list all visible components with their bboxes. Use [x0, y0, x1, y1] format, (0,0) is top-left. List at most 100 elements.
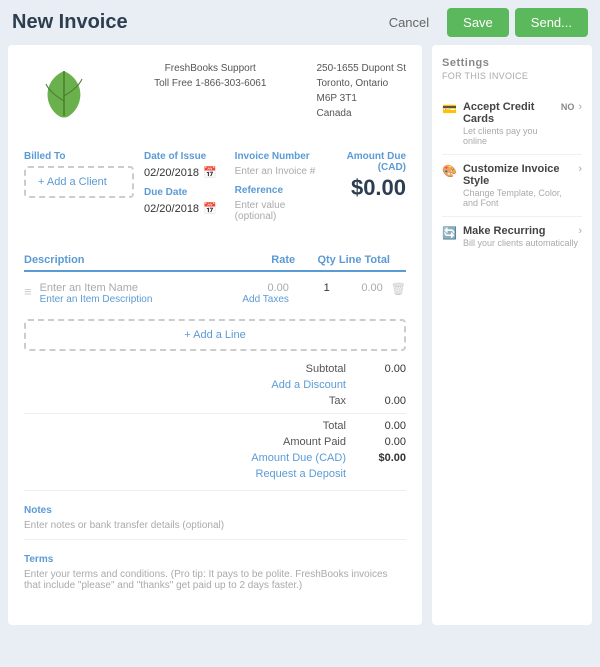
- calendar-icon: 📅: [203, 166, 217, 179]
- cancel-button[interactable]: Cancel: [379, 9, 439, 36]
- customize-content: Customize Invoice Style Change Template,…: [463, 163, 578, 208]
- subtotal-label: Subtotal: [246, 363, 346, 375]
- main-layout: FreshBooks Support Toll Free 1-866-303-6…: [0, 45, 600, 633]
- billed-to-col: Billed To + Add a Client: [24, 151, 134, 222]
- due-date-field[interactable]: 02/20/2018 📅: [144, 202, 225, 215]
- terms-label: Terms: [24, 554, 406, 565]
- settings-panel: Settings FOR THIS INVOICE 💳 Accept Credi…: [432, 45, 592, 625]
- due-date-label: Due Date: [144, 187, 225, 198]
- recurring-title: Make Recurring: [463, 225, 578, 237]
- tax-value: 0.00: [366, 395, 406, 407]
- total-label: Total: [246, 420, 346, 432]
- recurring-content: Make Recurring Bill your clients automat…: [463, 225, 578, 248]
- date-issue-col: Date of Issue 02/20/2018 📅 Due Date 02/2…: [144, 151, 225, 222]
- terms-input[interactable]: Enter your terms and conditions. (Pro ti…: [24, 569, 406, 591]
- credit-cards-right: NO ›: [561, 101, 582, 113]
- credit-cards-title: Accept Credit Cards: [463, 101, 561, 125]
- recurring-desc: Bill your clients automatically: [463, 238, 578, 248]
- address-line3: M6P 3T1: [316, 91, 406, 106]
- totals-divider: [24, 413, 406, 414]
- send-button[interactable]: Send...: [515, 8, 588, 37]
- notes-divider: [24, 490, 406, 491]
- line-items-header: Description Rate Qty Line Total: [24, 254, 406, 272]
- amount-due-value: $0.00: [325, 175, 406, 201]
- invoice-number-label: Invoice Number: [235, 151, 316, 162]
- line-total-value: 0.00: [334, 282, 383, 294]
- top-bar: New Invoice Cancel Save Send...: [0, 0, 600, 45]
- request-deposit-button[interactable]: Request a Deposit: [246, 468, 346, 480]
- deposit-row: Request a Deposit: [24, 466, 406, 482]
- address-info: 250-1655 Dupont St Toronto, Ontario M6P …: [316, 61, 406, 121]
- qty-col: 1: [293, 282, 330, 294]
- recurring-arrow-icon: ›: [578, 225, 582, 237]
- address-line1: 250-1655 Dupont St: [316, 61, 406, 76]
- company-phone: Toll Free 1-866-303-6061: [154, 76, 266, 91]
- notes-input[interactable]: Enter notes or bank transfer details (op…: [24, 520, 406, 531]
- due-date-value: 02/20/2018: [144, 203, 199, 215]
- col-qty-header: Qty: [295, 254, 336, 266]
- company-info: FreshBooks Support Toll Free 1-866-303-6…: [154, 61, 266, 91]
- amount-paid-value: 0.00: [366, 436, 406, 448]
- item-name-input[interactable]: Enter an Item Name: [40, 282, 224, 294]
- credit-card-icon: 💳: [442, 102, 457, 116]
- invoice-meta: Billed To + Add a Client Date of Issue 0…: [24, 151, 406, 238]
- amount-due-final-row: Amount Due (CAD) $0.00: [24, 450, 406, 466]
- settings-title: Settings: [442, 57, 582, 69]
- totals-section: Subtotal 0.00 Add a Discount Tax 0.00 To…: [24, 361, 406, 482]
- credit-cards-arrow-icon: ›: [578, 101, 582, 113]
- amount-paid-row: Amount Paid 0.00: [24, 434, 406, 450]
- amount-due-col: Amount Due (CAD) $0.00: [325, 151, 406, 222]
- item-desc-input[interactable]: Enter an Item Description: [40, 294, 224, 305]
- settings-item-recurring[interactable]: 🔄 Make Recurring Bill your clients autom…: [442, 217, 582, 256]
- customize-right: ›: [578, 163, 582, 175]
- credit-cards-badge: NO: [561, 102, 575, 112]
- add-line-button[interactable]: + Add a Line: [24, 319, 406, 351]
- settings-item-credit-cards[interactable]: 💳 Accept Credit Cards Let clients pay yo…: [442, 93, 582, 155]
- credit-cards-desc: Let clients pay you online: [463, 126, 561, 146]
- subtotal-value: 0.00: [366, 363, 406, 375]
- page-title: New Invoice: [12, 11, 379, 34]
- date-issue-label: Date of Issue: [144, 151, 225, 162]
- col-rate-header: Rate: [227, 254, 295, 266]
- add-discount-button[interactable]: Add a Discount: [246, 379, 346, 391]
- delete-line-icon[interactable]: 🗑: [391, 282, 406, 296]
- settings-item-customize[interactable]: 🎨 Customize Invoice Style Change Templat…: [442, 155, 582, 217]
- save-button[interactable]: Save: [447, 8, 509, 37]
- logo-leaf-icon: [34, 66, 94, 126]
- recurring-right: ›: [578, 225, 582, 237]
- tax-label: Tax: [246, 395, 346, 407]
- credit-cards-content: Accept Credit Cards Let clients pay you …: [463, 101, 561, 146]
- address-line2: Toronto, Ontario: [316, 76, 406, 91]
- reference-input[interactable]: Enter value (optional): [235, 200, 316, 222]
- drag-handle-icon: ≡: [24, 284, 32, 299]
- col-total-header: Line Total: [336, 254, 390, 266]
- invoice-number-col: Invoice Number Enter an Invoice # Refere…: [235, 151, 316, 222]
- line-total-col: 0.00: [334, 282, 383, 294]
- add-taxes-button[interactable]: Add Taxes: [228, 294, 289, 305]
- customize-title: Customize Invoice Style: [463, 163, 578, 187]
- due-calendar-icon: 📅: [203, 202, 217, 215]
- col-desc-header: Description: [24, 254, 227, 266]
- total-row: Total 0.00: [24, 418, 406, 434]
- discount-row: Add a Discount: [24, 377, 406, 393]
- terms-divider: [24, 539, 406, 540]
- palette-icon: 🎨: [442, 164, 457, 178]
- invoice-header: FreshBooks Support Toll Free 1-866-303-6…: [24, 61, 406, 131]
- invoice-number-input[interactable]: Enter an Invoice #: [235, 166, 316, 177]
- address-line4: Canada: [316, 106, 406, 121]
- line-item-row: ≡ Enter an Item Name Enter an Item Descr…: [24, 278, 406, 309]
- date-issue-field[interactable]: 02/20/2018 📅: [144, 166, 225, 179]
- item-name-col: Enter an Item Name Enter an Item Descrip…: [40, 282, 224, 305]
- notes-label: Notes: [24, 505, 406, 516]
- company-name: FreshBooks Support: [154, 61, 266, 76]
- qty-value[interactable]: 1: [293, 282, 330, 294]
- add-client-button[interactable]: + Add a Client: [24, 166, 134, 198]
- rate-value[interactable]: 0.00: [228, 282, 289, 294]
- recurring-icon: 🔄: [442, 226, 457, 240]
- logo-area: [24, 61, 104, 131]
- amount-due-final-label[interactable]: Amount Due (CAD): [246, 452, 346, 464]
- customize-arrow-icon: ›: [578, 163, 582, 175]
- invoice-panel: FreshBooks Support Toll Free 1-866-303-6…: [8, 45, 422, 625]
- settings-subtitle: FOR THIS INVOICE: [442, 71, 582, 81]
- date-issue-value: 02/20/2018: [144, 167, 199, 179]
